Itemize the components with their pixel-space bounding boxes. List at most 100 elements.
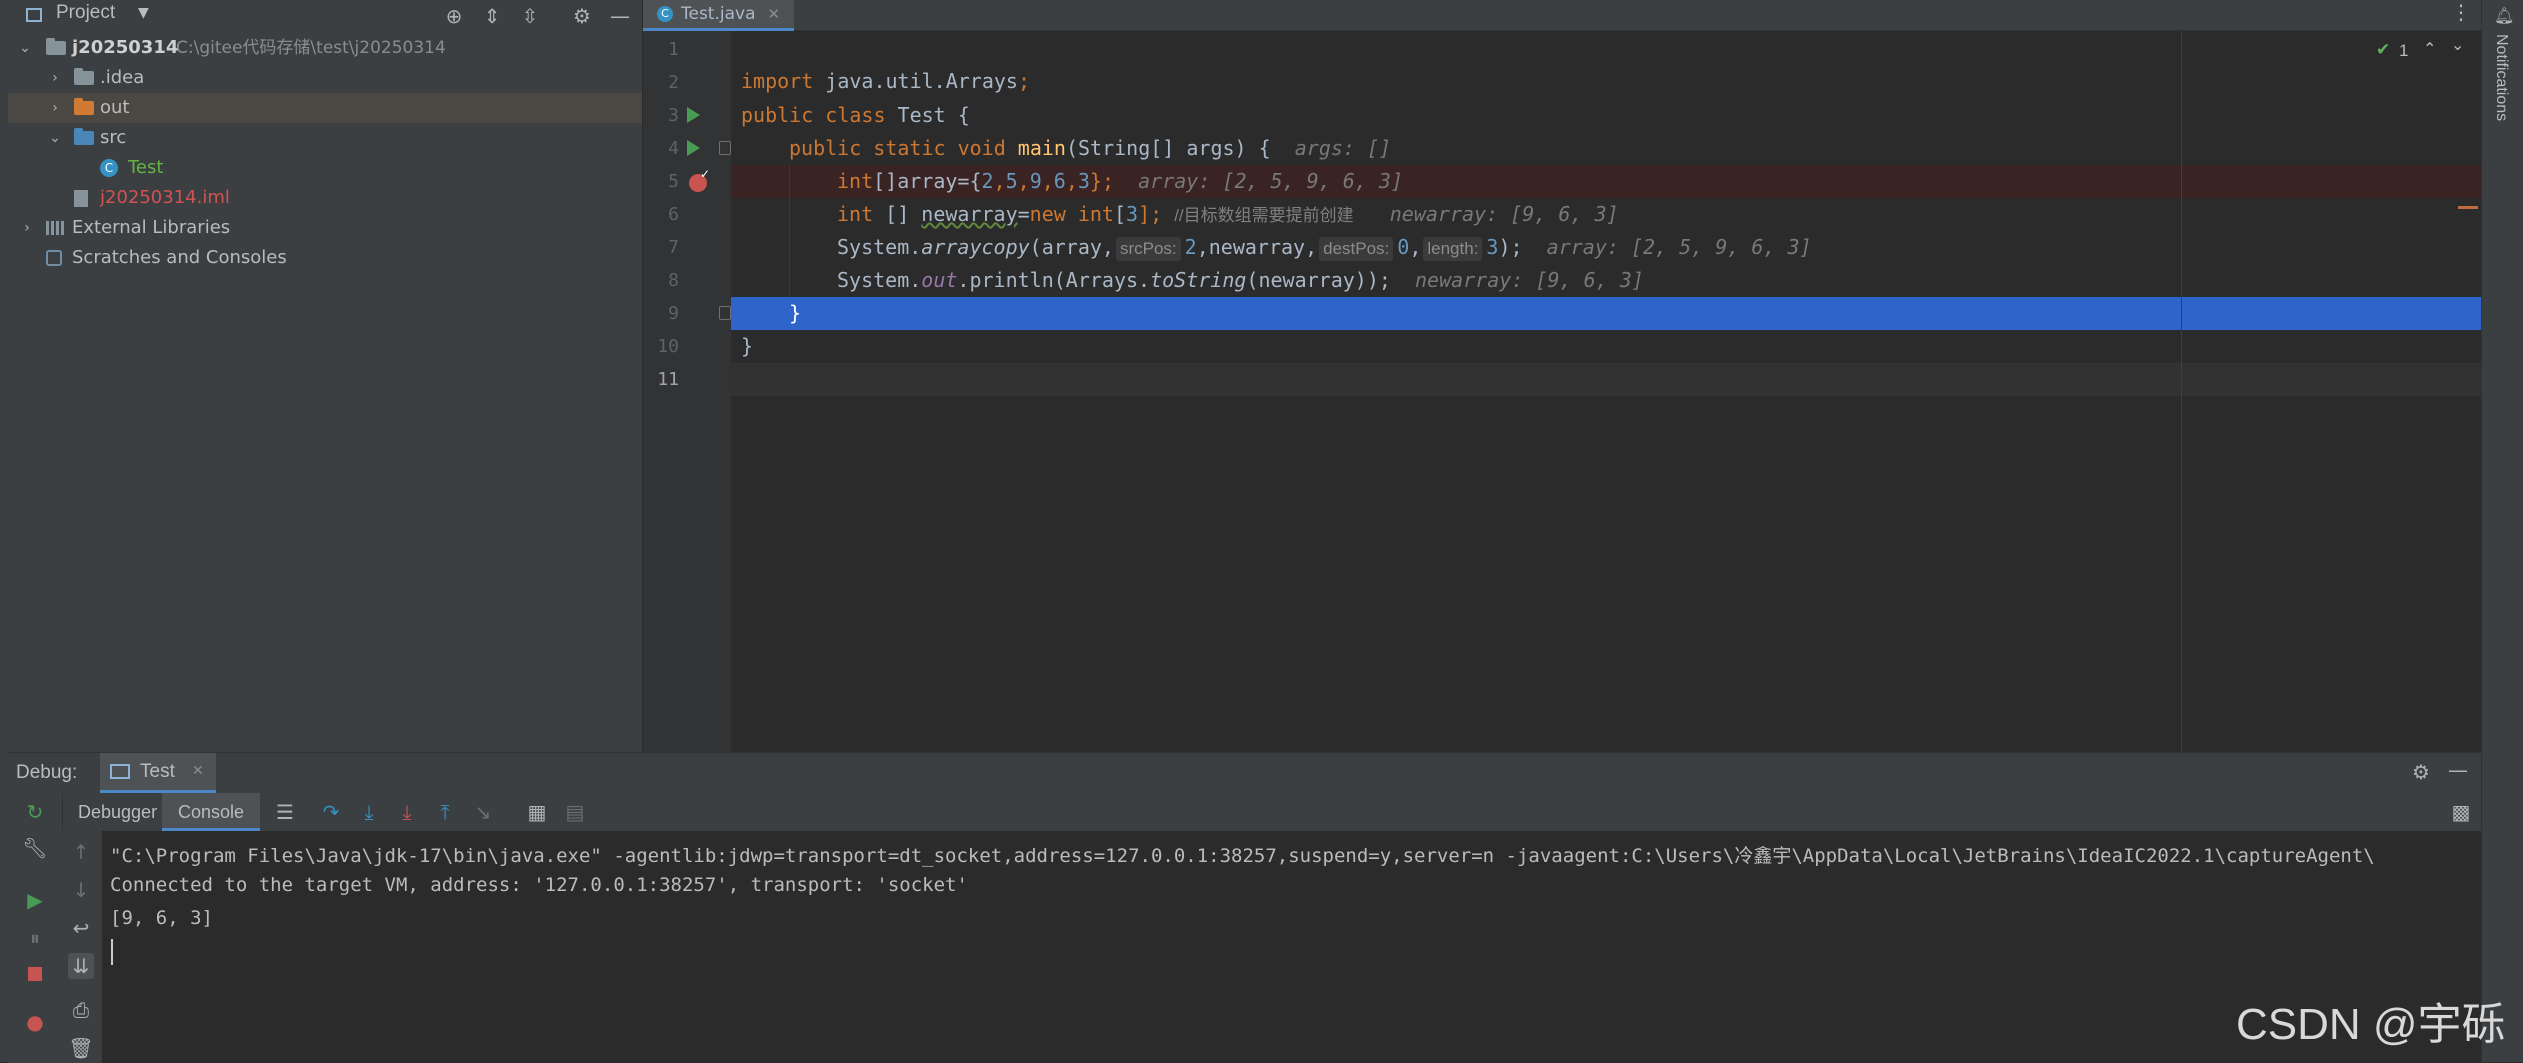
- step-over-icon[interactable]: ↷: [318, 799, 344, 825]
- project-title[interactable]: Project: [56, 2, 115, 24]
- tab-console[interactable]: Console: [162, 793, 261, 831]
- gear-icon[interactable]: ⚙: [570, 4, 594, 28]
- chevron-right-icon[interactable]: ›: [20, 213, 34, 243]
- tree-item-test-class[interactable]: C Test: [8, 153, 642, 183]
- notifications-tab[interactable]: Notifications: [2492, 34, 2510, 121]
- scratches-icon: [46, 250, 62, 266]
- number-literal: 2: [1184, 235, 1197, 259]
- pause-icon[interactable]: ⏸︎: [22, 925, 48, 951]
- source-folder-icon: [74, 128, 94, 145]
- tree-item-project-root[interactable]: ⌄ j20250314 C:\gitee代码存储\test\j20250314: [8, 33, 642, 63]
- layout-settings-icon[interactable]: ▩: [2448, 799, 2474, 825]
- more-options-icon[interactable]: ⋮: [2451, 0, 2471, 24]
- run-class-icon[interactable]: [687, 107, 700, 123]
- bell-icon[interactable]: 🔔︎: [2494, 6, 2514, 25]
- inspection-check-icon[interactable]: ✔: [2376, 40, 2390, 60]
- tree-item-label: out: [100, 97, 130, 118]
- hide-panel-icon[interactable]: —: [608, 4, 632, 28]
- force-step-into-icon[interactable]: ⤓: [394, 799, 420, 825]
- stop-icon[interactable]: [22, 961, 48, 987]
- tree-item-label: j20250314: [72, 37, 179, 58]
- parameter-hint: length:: [1423, 237, 1483, 261]
- fold-method-icon[interactable]: [719, 141, 731, 155]
- chevron-down-icon[interactable]: ⌄: [48, 123, 62, 153]
- run-main-icon[interactable]: [687, 140, 700, 156]
- print-icon[interactable]: ⎙: [68, 997, 94, 1023]
- keyword: new int: [1029, 202, 1114, 226]
- close-icon[interactable]: ✕: [768, 5, 781, 23]
- debug-label: Debug:: [16, 762, 78, 783]
- chevron-up-icon[interactable]: ⌃: [2423, 39, 2436, 59]
- code-text: =: [1017, 202, 1030, 226]
- iml-file-icon: [74, 190, 88, 207]
- close-icon[interactable]: ✕: [192, 763, 204, 779]
- number-literal: 5: [1005, 169, 1018, 193]
- step-out-icon[interactable]: ⤒: [432, 799, 458, 825]
- chevron-right-icon[interactable]: ›: [48, 63, 62, 93]
- fold-end-icon[interactable]: [719, 306, 731, 320]
- tab-test-java[interactable]: C Test.java ✕: [643, 0, 795, 31]
- collapse-all-icon[interactable]: ⇳: [518, 4, 542, 28]
- line-number: 3: [668, 105, 679, 126]
- number-literal: 3: [1126, 202, 1139, 226]
- console-line: "C:\Program Files\Java\jdk-17\bin\java.e…: [110, 845, 2375, 867]
- evaluate-expression-icon[interactable]: ▦: [524, 799, 550, 825]
- chevron-right-icon[interactable]: ›: [48, 93, 62, 123]
- code-text: (array,: [1029, 235, 1114, 259]
- method-name: main: [1017, 136, 1066, 160]
- chevron-down-icon[interactable]: ⌄: [18, 33, 32, 63]
- code-text: (newarray));: [1246, 268, 1391, 292]
- chevron-down-icon[interactable]: ⌄: [2451, 35, 2464, 55]
- inspection-count[interactable]: 1: [2399, 41, 2408, 61]
- resume-icon[interactable]: ▶: [22, 887, 48, 913]
- keyword: public static void: [789, 136, 1006, 160]
- code-text: ,newarray,: [1196, 235, 1318, 259]
- rerun-icon[interactable]: ↻: [22, 799, 48, 825]
- expand-all-icon[interactable]: ⇕: [480, 4, 504, 28]
- code-line-4: public static void main(String[] args) {…: [789, 132, 1391, 164]
- number-literal: 3: [1486, 235, 1499, 259]
- code-line-10: }: [741, 330, 753, 362]
- indent-guide: [789, 165, 790, 297]
- view-breakpoints-icon[interactable]: ●: [22, 1009, 48, 1035]
- tree-item-iml[interactable]: j20250314.iml: [8, 183, 642, 213]
- scroll-to-end-icon[interactable]: ⇊: [68, 953, 94, 979]
- tab-label: Test.java: [681, 4, 756, 24]
- number-literal: 6: [1053, 169, 1066, 193]
- variable-name: newarray: [921, 202, 1018, 226]
- project-view-dropdown-icon[interactable]: ▼: [138, 5, 149, 21]
- tree-item-out[interactable]: › out: [8, 93, 642, 123]
- soft-wrap-icon[interactable]: ↩: [68, 915, 94, 941]
- arrow-down-icon[interactable]: ↓: [68, 877, 94, 903]
- error-stripe-mark[interactable]: [2458, 206, 2478, 209]
- tree-item-external-libraries[interactable]: › External Libraries: [8, 213, 642, 243]
- wrench-icon[interactable]: 🔧︎: [22, 835, 48, 861]
- code-line-8: System.out.println(Arrays.toString(newar…: [837, 264, 1644, 296]
- project-panel: Project ▼ ⊕ ⇕ ⇳ ⚙ — ⌄ j20250314 C:\gitee…: [8, 0, 642, 752]
- run-to-cursor-icon[interactable]: ↘: [470, 799, 496, 825]
- code-text: System.: [837, 268, 922, 292]
- line-number: 10: [657, 336, 679, 357]
- gear-icon[interactable]: ⚙: [2412, 760, 2430, 784]
- menu-lines-icon[interactable]: ☰: [272, 799, 298, 825]
- code-line-1: import java.util.Arrays;: [741, 33, 1030, 93]
- tab-debugger[interactable]: Debugger: [62, 793, 173, 831]
- code-text: ];: [1138, 202, 1175, 226]
- tree-item-src[interactable]: ⌄ src: [8, 123, 642, 153]
- arrow-up-icon[interactable]: ↑: [68, 839, 94, 865]
- java-class-icon: C: [657, 6, 673, 22]
- console-side-toolbar: ↑ ↓ ↩ ⇊ ⎙ 🗑︎: [62, 831, 102, 1063]
- caret-line-highlight: [731, 363, 2481, 396]
- trash-icon[interactable]: 🗑︎: [68, 1035, 94, 1061]
- java-class-icon: C: [100, 159, 118, 177]
- locate-file-icon[interactable]: ⊕: [442, 4, 466, 28]
- code-editor[interactable]: ✔ 1 ⌃ ⌄ import java.util.Arrays; public …: [731, 31, 2481, 752]
- trace-icon[interactable]: ▤: [562, 799, 588, 825]
- tree-item-idea[interactable]: › .idea: [8, 63, 642, 93]
- tree-item-scratches[interactable]: Scratches and Consoles: [8, 243, 642, 273]
- debug-run-tab[interactable]: Test ✕: [100, 753, 216, 793]
- code-text: }: [741, 334, 754, 358]
- hide-panel-icon[interactable]: —: [2448, 758, 2468, 782]
- number-literal: 2: [981, 169, 994, 193]
- step-into-icon[interactable]: ⤓: [356, 799, 382, 825]
